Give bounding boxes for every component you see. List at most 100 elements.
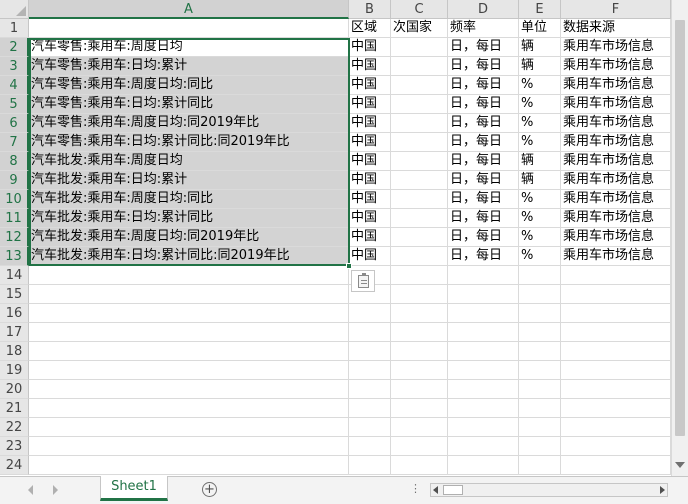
cell-b6[interactable]: 中国	[349, 114, 391, 133]
cell-d10[interactable]: 日，每日	[448, 190, 519, 209]
cell-e24[interactable]	[519, 456, 561, 475]
column-header-f[interactable]: F	[561, 0, 671, 19]
cell-c5[interactable]	[391, 95, 448, 114]
cell-f18[interactable]	[561, 342, 671, 361]
cell-f4[interactable]: 乘用车市场信息	[561, 76, 671, 95]
cell-f22[interactable]	[561, 418, 671, 437]
cell-f6[interactable]: 乘用车市场信息	[561, 114, 671, 133]
cell-a15[interactable]	[29, 285, 349, 304]
cell-c9[interactable]	[391, 171, 448, 190]
cell-f9[interactable]: 乘用车市场信息	[561, 171, 671, 190]
cell-d22[interactable]	[448, 418, 519, 437]
cell-e5[interactable]: %	[519, 95, 561, 114]
row-header-16[interactable]: 16	[0, 304, 29, 323]
cell-d21[interactable]	[448, 399, 519, 418]
cell-b1[interactable]: 区域	[349, 19, 391, 38]
row-header-23[interactable]: 23	[0, 437, 29, 456]
cell-d5[interactable]: 日，每日	[448, 95, 519, 114]
cell-b21[interactable]	[349, 399, 391, 418]
cell-c13[interactable]	[391, 247, 448, 266]
cell-c17[interactable]	[391, 323, 448, 342]
cell-f24[interactable]	[561, 456, 671, 475]
row-header-9[interactable]: 9	[0, 171, 29, 190]
cell-b8[interactable]: 中国	[349, 152, 391, 171]
cell-c22[interactable]	[391, 418, 448, 437]
cell-d18[interactable]	[448, 342, 519, 361]
cell-e10[interactable]: %	[519, 190, 561, 209]
cell-a3[interactable]: 汽车零售:乘用车:日均:累计	[29, 57, 349, 76]
cell-f12[interactable]: 乘用车市场信息	[561, 228, 671, 247]
cell-e20[interactable]	[519, 380, 561, 399]
cell-c20[interactable]	[391, 380, 448, 399]
cell-a5[interactable]: 汽车零售:乘用车:日均:累计同比	[29, 95, 349, 114]
cell-a18[interactable]	[29, 342, 349, 361]
cell-f11[interactable]: 乘用车市场信息	[561, 209, 671, 228]
cell-d14[interactable]	[448, 266, 519, 285]
row-header-6[interactable]: 6	[0, 114, 29, 133]
cell-c16[interactable]	[391, 304, 448, 323]
cell-b19[interactable]	[349, 361, 391, 380]
column-header-d[interactable]: D	[448, 0, 519, 19]
cell-a19[interactable]	[29, 361, 349, 380]
cell-e18[interactable]	[519, 342, 561, 361]
cell-d2[interactable]: 日，每日	[448, 38, 519, 57]
cell-a9[interactable]: 汽车批发:乘用车:日均:累计	[29, 171, 349, 190]
row-header-19[interactable]: 19	[0, 361, 29, 380]
row-header-22[interactable]: 22	[0, 418, 29, 437]
cell-b24[interactable]	[349, 456, 391, 475]
cell-b13[interactable]: 中国	[349, 247, 391, 266]
cell-d3[interactable]: 日，每日	[448, 57, 519, 76]
vertical-scrollbar-thumb[interactable]	[675, 20, 685, 436]
row-header-10[interactable]: 10	[0, 190, 29, 209]
next-sheet-arrow-icon[interactable]	[53, 485, 58, 495]
cell-a22[interactable]	[29, 418, 349, 437]
cell-c19[interactable]	[391, 361, 448, 380]
select-all-corner[interactable]	[0, 0, 29, 19]
cell-f7[interactable]: 乘用车市场信息	[561, 133, 671, 152]
cell-c10[interactable]	[391, 190, 448, 209]
row-header-17[interactable]: 17	[0, 323, 29, 342]
cell-e16[interactable]	[519, 304, 561, 323]
cell-c14[interactable]	[391, 266, 448, 285]
column-header-c[interactable]: C	[391, 0, 448, 19]
row-header-15[interactable]: 15	[0, 285, 29, 304]
cell-b23[interactable]	[349, 437, 391, 456]
cell-b20[interactable]	[349, 380, 391, 399]
cell-b17[interactable]	[349, 323, 391, 342]
cell-a17[interactable]	[29, 323, 349, 342]
cell-d6[interactable]: 日，每日	[448, 114, 519, 133]
horizontal-scrollbar-thumb[interactable]	[443, 485, 463, 495]
cell-d19[interactable]	[448, 361, 519, 380]
cell-c21[interactable]	[391, 399, 448, 418]
cell-c24[interactable]	[391, 456, 448, 475]
cell-a10[interactable]: 汽车批发:乘用车:周度日均:同比	[29, 190, 349, 209]
cell-d12[interactable]: 日，每日	[448, 228, 519, 247]
cell-f3[interactable]: 乘用车市场信息	[561, 57, 671, 76]
cell-e9[interactable]: 辆	[519, 171, 561, 190]
row-header-21[interactable]: 21	[0, 399, 29, 418]
cell-a14[interactable]	[29, 266, 349, 285]
cell-a2[interactable]: 汽车零售:乘用车:周度日均	[29, 38, 349, 57]
cell-d7[interactable]: 日，每日	[448, 133, 519, 152]
paste-options-button[interactable]	[351, 270, 375, 292]
row-header-24[interactable]: 24	[0, 456, 29, 475]
cell-e19[interactable]	[519, 361, 561, 380]
cell-c2[interactable]	[391, 38, 448, 57]
sheet-tab-sheet1[interactable]: Sheet1	[100, 476, 168, 501]
cell-a16[interactable]	[29, 304, 349, 323]
cell-b5[interactable]: 中国	[349, 95, 391, 114]
row-header-11[interactable]: 11	[0, 209, 29, 228]
cell-b12[interactable]: 中国	[349, 228, 391, 247]
cell-c8[interactable]	[391, 152, 448, 171]
cell-c18[interactable]	[391, 342, 448, 361]
cell-a21[interactable]	[29, 399, 349, 418]
cell-e7[interactable]: %	[519, 133, 561, 152]
cell-c15[interactable]	[391, 285, 448, 304]
cell-e23[interactable]	[519, 437, 561, 456]
row-header-13[interactable]: 13	[0, 247, 29, 266]
cell-d17[interactable]	[448, 323, 519, 342]
cell-b11[interactable]: 中国	[349, 209, 391, 228]
row-header-8[interactable]: 8	[0, 152, 29, 171]
cell-b18[interactable]	[349, 342, 391, 361]
tab-split-handle-icon[interactable]: ⋮	[410, 482, 421, 495]
